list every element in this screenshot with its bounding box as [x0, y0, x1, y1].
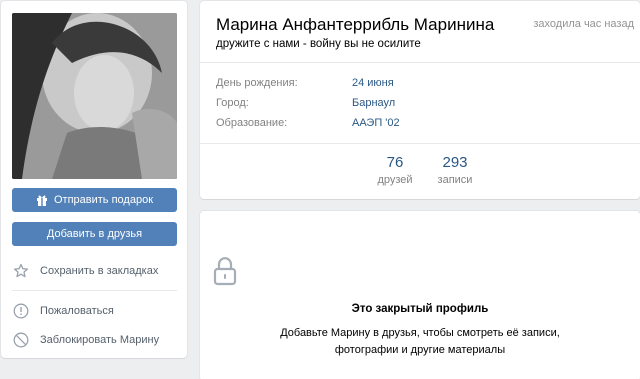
friends-label: друзей: [377, 174, 413, 186]
divider: [12, 290, 177, 291]
closed-profile-text: Добавьте Марину в друзья, чтобы смотреть…: [200, 325, 640, 359]
warning-icon: [12, 302, 30, 320]
info-row-birthday: День рождения: 24 июня: [216, 77, 394, 89]
add-friend-label: Добавить в друзья: [46, 228, 143, 240]
profile-info-card: Марина Анфантеррибль Маринина дружите с …: [200, 1, 640, 199]
send-gift-label: Отправить подарок: [53, 194, 154, 206]
posts-counter[interactable]: 293 записи: [425, 154, 485, 186]
profile-name: Марина Анфантеррибль Маринина: [216, 15, 495, 34]
closed-profile-line-2: фотографии и другие материалы: [334, 344, 506, 356]
gift-icon: [36, 195, 47, 206]
divider: [200, 62, 640, 63]
block-action[interactable]: Заблокировать Марину: [12, 329, 182, 351]
closed-profile-title: Это закрытый профиль: [351, 303, 489, 315]
report-label: Пожаловаться: [40, 305, 114, 317]
posts-count: 293: [442, 154, 468, 171]
info-value[interactable]: ААЭП '02: [352, 117, 400, 129]
lock-icon: [213, 256, 237, 291]
info-row-education: Образование: ААЭП '02: [216, 117, 400, 129]
profile-photo-image: [12, 13, 177, 179]
closed-profile-line-1: Добавьте Марину в друзья, чтобы смотреть…: [280, 327, 560, 339]
profile-sidebar: Отправить подарок Добавить в друзья Сохр…: [1, 1, 187, 358]
info-label: Город:: [216, 97, 249, 109]
star-icon: [12, 262, 30, 280]
info-row-city: Город: Барнаул: [216, 97, 395, 109]
info-label: Образование:: [216, 117, 288, 129]
posts-label: записи: [437, 174, 473, 186]
profile-photo[interactable]: [12, 13, 177, 179]
friends-count: 76: [386, 154, 404, 171]
online-status: заходила час назад: [533, 18, 634, 30]
add-friend-button[interactable]: Добавить в друзья: [12, 222, 177, 246]
block-icon: [12, 331, 30, 349]
block-label: Заблокировать Марину: [40, 334, 160, 346]
info-value[interactable]: 24 июня: [352, 77, 394, 89]
divider: [200, 143, 640, 144]
info-value[interactable]: Барнаул: [352, 97, 395, 109]
friends-counter[interactable]: 76 друзей: [365, 154, 425, 186]
profile-status: дружите с нами - войну вы не осилите: [216, 38, 421, 50]
save-bookmark-action[interactable]: Сохранить в закладках: [12, 260, 182, 282]
report-action[interactable]: Пожаловаться: [12, 300, 182, 322]
info-label: День рождения:: [216, 77, 298, 89]
save-bookmark-label: Сохранить в закладках: [40, 265, 159, 277]
send-gift-button[interactable]: Отправить подарок: [12, 188, 177, 212]
